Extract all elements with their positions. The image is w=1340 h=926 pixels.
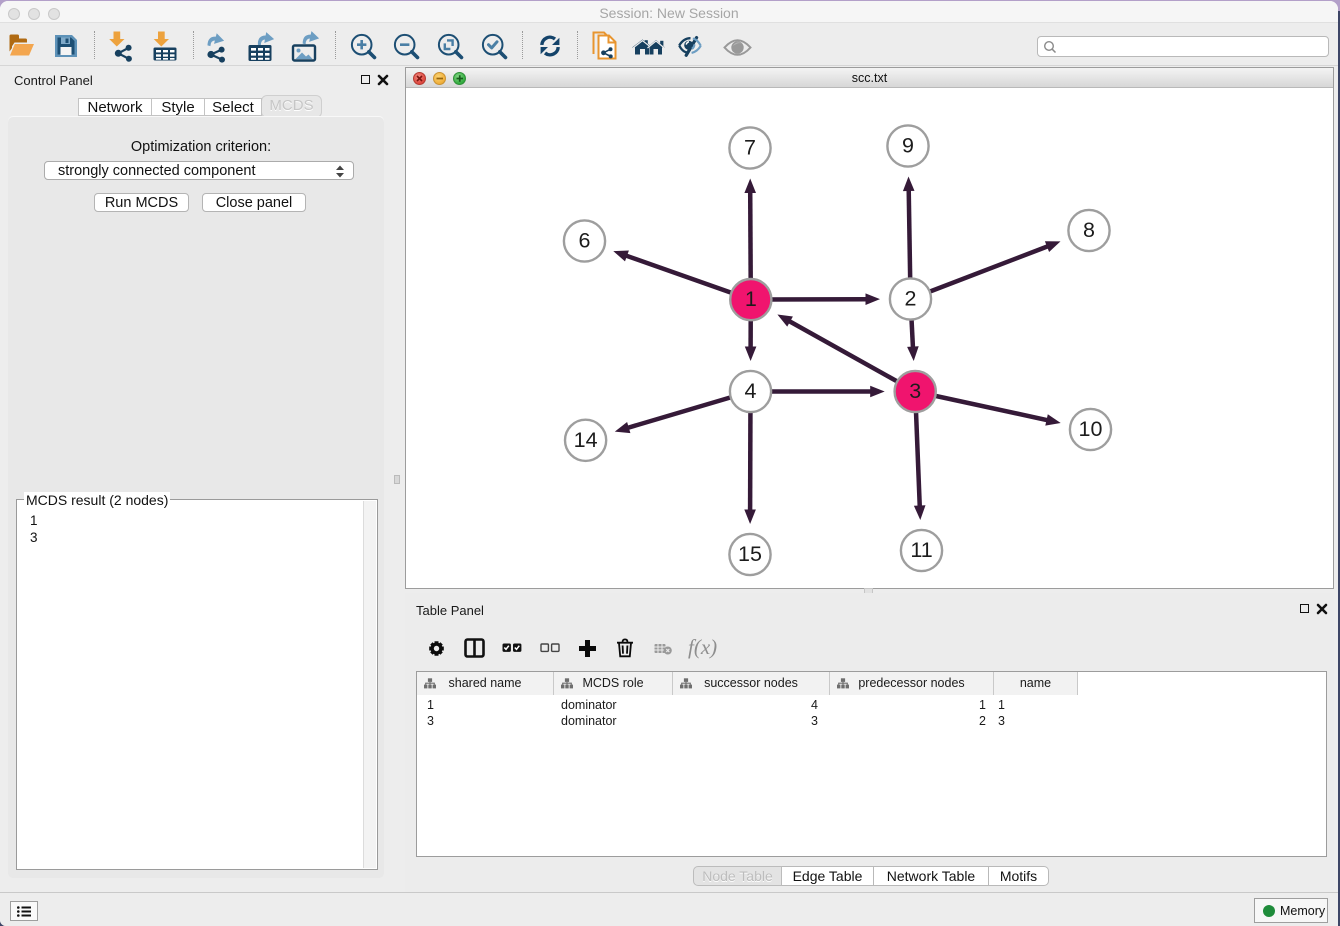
svg-text:7: 7 — [744, 136, 756, 160]
svg-text:10: 10 — [1079, 417, 1103, 441]
svg-text:15: 15 — [738, 542, 762, 566]
svg-text:8: 8 — [1083, 218, 1095, 242]
svg-text:2: 2 — [905, 287, 917, 311]
svg-text:6: 6 — [579, 229, 591, 253]
svg-text:3: 3 — [909, 379, 921, 403]
svg-text:11: 11 — [910, 538, 932, 562]
svg-text:9: 9 — [902, 134, 914, 158]
svg-text:4: 4 — [745, 379, 757, 403]
svg-text:14: 14 — [574, 428, 598, 452]
svg-text:1: 1 — [745, 287, 757, 311]
